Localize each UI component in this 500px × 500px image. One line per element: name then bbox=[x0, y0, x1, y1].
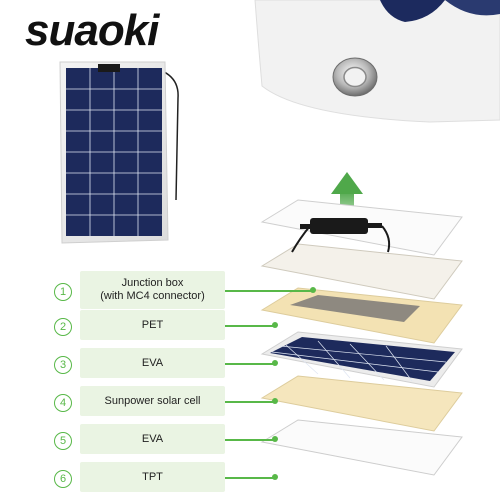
step-number-badge: 2 bbox=[54, 318, 72, 336]
layer-junction-box bbox=[260, 199, 463, 256]
leader-dot bbox=[272, 360, 278, 366]
layer-callout-1: 1 Junction box (with MC4 connector) bbox=[0, 271, 500, 309]
layer-callout-3: 3 EVA bbox=[0, 348, 500, 382]
step-number-badge: 4 bbox=[54, 394, 72, 412]
leader-dot bbox=[310, 287, 316, 293]
step-number-badge: 1 bbox=[54, 283, 72, 301]
layer-callout-4: 4 Sunpower solar cell bbox=[0, 386, 500, 420]
solar-panel-product bbox=[59, 61, 179, 244]
leader-line bbox=[225, 401, 275, 403]
step-number-badge: 3 bbox=[54, 356, 72, 374]
leader-line bbox=[225, 477, 275, 479]
layer-label: PET bbox=[80, 310, 225, 340]
leader-line bbox=[225, 363, 275, 365]
leader-dot bbox=[272, 398, 278, 404]
step-number-badge: 6 bbox=[54, 470, 72, 488]
layer-callout-6: 6 TPT bbox=[0, 462, 500, 496]
layer-callout-5: 5 EVA bbox=[0, 424, 500, 458]
layer-label: Junction box (with MC4 connector) bbox=[80, 271, 225, 309]
layer-label: EVA bbox=[80, 348, 225, 378]
brand-logo: suaoki bbox=[25, 6, 159, 55]
leader-dot bbox=[272, 474, 278, 480]
layer-callout-2: 2 PET bbox=[0, 310, 500, 344]
leader-line bbox=[225, 439, 275, 441]
step-number-badge: 5 bbox=[54, 432, 72, 450]
leader-line bbox=[225, 325, 275, 327]
leader-dot bbox=[272, 322, 278, 328]
panel-corner-closeup bbox=[254, 0, 500, 123]
layer-label: TPT bbox=[80, 462, 225, 492]
product-infographic: suaoki 1 Junction box (with MC4 connecto… bbox=[0, 0, 500, 500]
leader-line bbox=[225, 290, 313, 292]
leader-dot bbox=[272, 436, 278, 442]
grommet-icon bbox=[332, 57, 378, 97]
layer-label: EVA bbox=[80, 424, 225, 454]
layer-label: Sunpower solar cell bbox=[80, 386, 225, 416]
